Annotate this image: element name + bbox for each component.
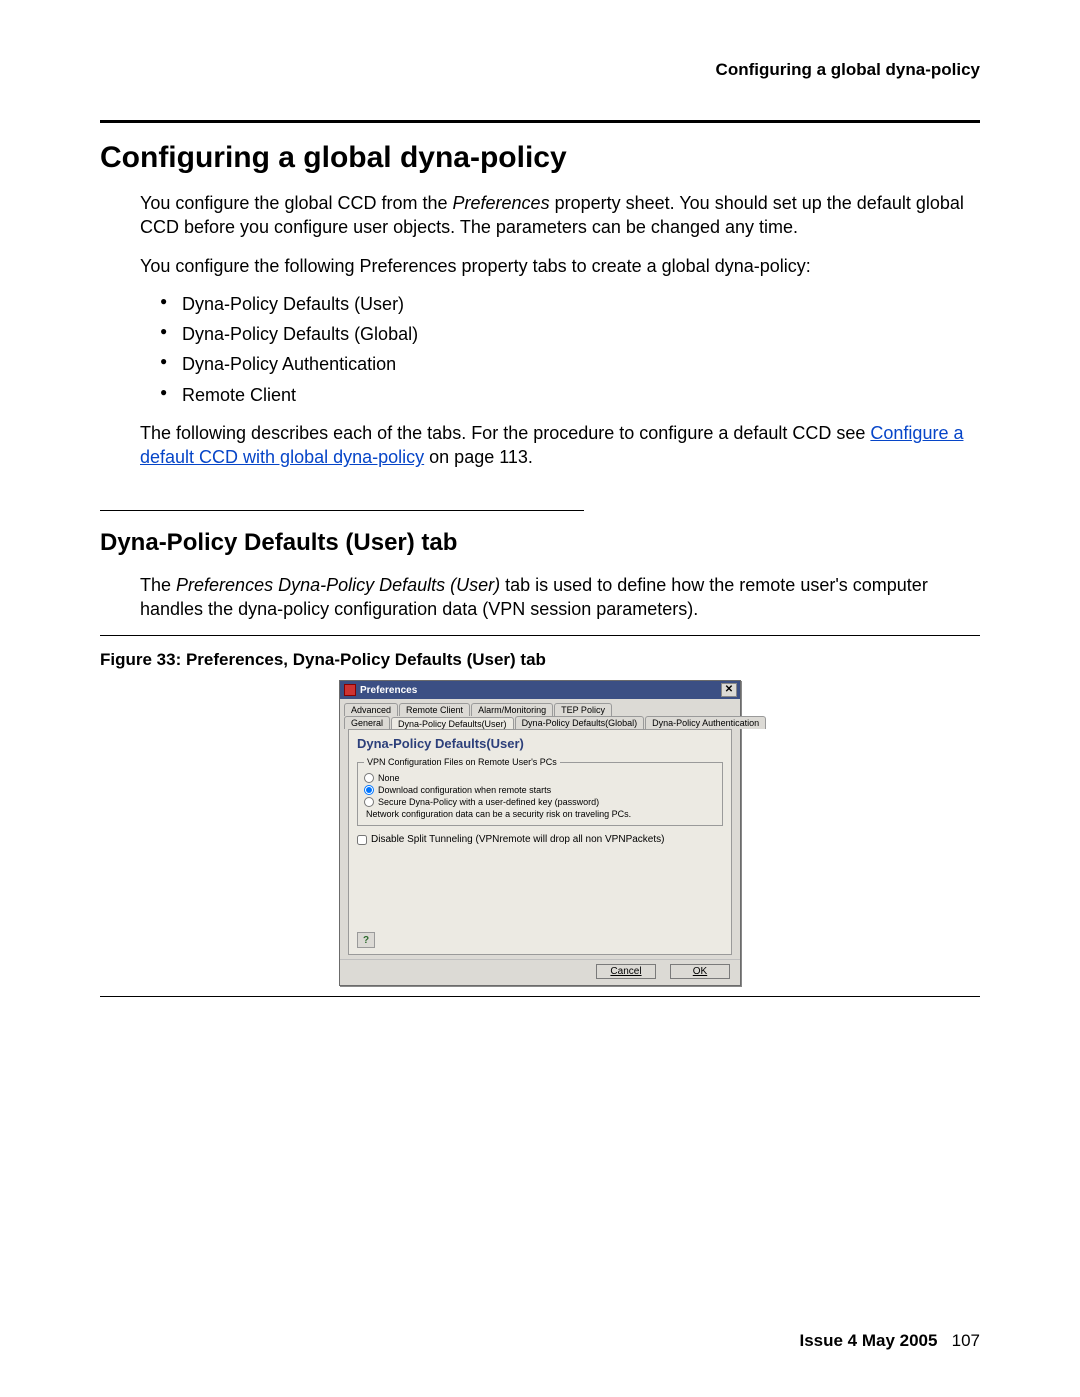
ok-button[interactable]: OK — [670, 964, 730, 979]
footer-page: 107 — [952, 1331, 980, 1350]
intro-paragraph-2: You configure the following Preferences … — [140, 254, 980, 278]
figure-caption: Figure 33: Preferences, Dyna-Policy Defa… — [100, 650, 980, 670]
checkbox-disable-split-tunneling[interactable] — [357, 835, 367, 845]
radio-download-label: Download configuration when remote start… — [378, 785, 551, 795]
list-item: Dyna-Policy Authentication — [160, 352, 980, 376]
group-legend: VPN Configuration Files on Remote User's… — [364, 757, 560, 767]
vpn-config-group: VPN Configuration Files on Remote User's… — [357, 757, 723, 826]
intro-paragraph-3: The following describes each of the tabs… — [140, 421, 980, 470]
tab-dyna-policy-authentication[interactable]: Dyna-Policy Authentication — [645, 716, 766, 729]
group-note: Network configuration data can be a secu… — [366, 809, 716, 819]
cancel-button[interactable]: Cancel — [596, 964, 656, 979]
subsection-paragraph: The Preferences Dyna-Policy Defaults (Us… — [140, 573, 980, 622]
list-item: Dyna-Policy Defaults (Global) — [160, 322, 980, 346]
tab-tep-policy[interactable]: TEP Policy — [554, 703, 612, 716]
figure-rule-top — [100, 635, 980, 636]
radio-download[interactable] — [364, 785, 374, 795]
radio-none-label: None — [378, 773, 400, 783]
tab-alarm-monitoring[interactable]: Alarm/Monitoring — [471, 703, 553, 716]
dialog-pane: Dyna-Policy Defaults(User) VPN Configura… — [348, 729, 732, 955]
radio-secure[interactable] — [364, 797, 374, 807]
dialog-button-bar: Cancel OK — [340, 959, 740, 985]
dialog-tabs: Advanced Remote Client Alarm/Monitoring … — [340, 699, 740, 955]
preferences-dialog: Preferences ✕ Advanced Remote Client Ala… — [339, 680, 741, 986]
tab-list: Dyna-Policy Defaults (User) Dyna-Policy … — [160, 292, 980, 407]
emphasis-tab-name: Preferences Dyna-Policy Defaults (User) — [176, 575, 500, 595]
rule-subsection — [100, 510, 584, 511]
figure-rule-bottom — [100, 996, 980, 997]
page-footer: Issue 4 May 2005 107 — [799, 1331, 980, 1351]
list-item: Remote Client — [160, 383, 980, 407]
text: You configure the global CCD from the — [140, 193, 453, 213]
checkbox-label: Disable Split Tunneling (VPNremote will … — [371, 834, 664, 845]
app-icon — [344, 684, 356, 696]
footer-issue: Issue 4 May 2005 — [799, 1331, 937, 1350]
tab-advanced[interactable]: Advanced — [344, 703, 398, 716]
text: The — [140, 575, 176, 595]
pane-title: Dyna-Policy Defaults(User) — [357, 736, 723, 751]
list-item: Dyna-Policy Defaults (User) — [160, 292, 980, 316]
help-icon[interactable]: ? — [357, 932, 375, 948]
close-icon[interactable]: ✕ — [721, 683, 737, 697]
tab-dyna-policy-defaults-global[interactable]: Dyna-Policy Defaults(Global) — [515, 716, 645, 729]
section-title: Configuring a global dyna-policy — [100, 141, 980, 175]
text: The following describes each of the tabs… — [140, 423, 870, 443]
tab-general[interactable]: General — [344, 716, 390, 729]
text: on page 113. — [424, 447, 533, 467]
radio-secure-label: Secure Dyna-Policy with a user-defined k… — [378, 797, 599, 807]
radio-none[interactable] — [364, 773, 374, 783]
subsection-title: Dyna-Policy Defaults (User) tab — [100, 529, 980, 557]
running-header: Configuring a global dyna-policy — [100, 60, 980, 80]
dialog-title: Preferences — [360, 685, 417, 696]
intro-paragraph-1: You configure the global CCD from the Pr… — [140, 191, 980, 240]
rule-top — [100, 120, 980, 123]
dialog-titlebar[interactable]: Preferences ✕ — [340, 681, 740, 699]
tab-remote-client[interactable]: Remote Client — [399, 703, 470, 716]
emphasis-preferences: Preferences — [453, 193, 550, 213]
